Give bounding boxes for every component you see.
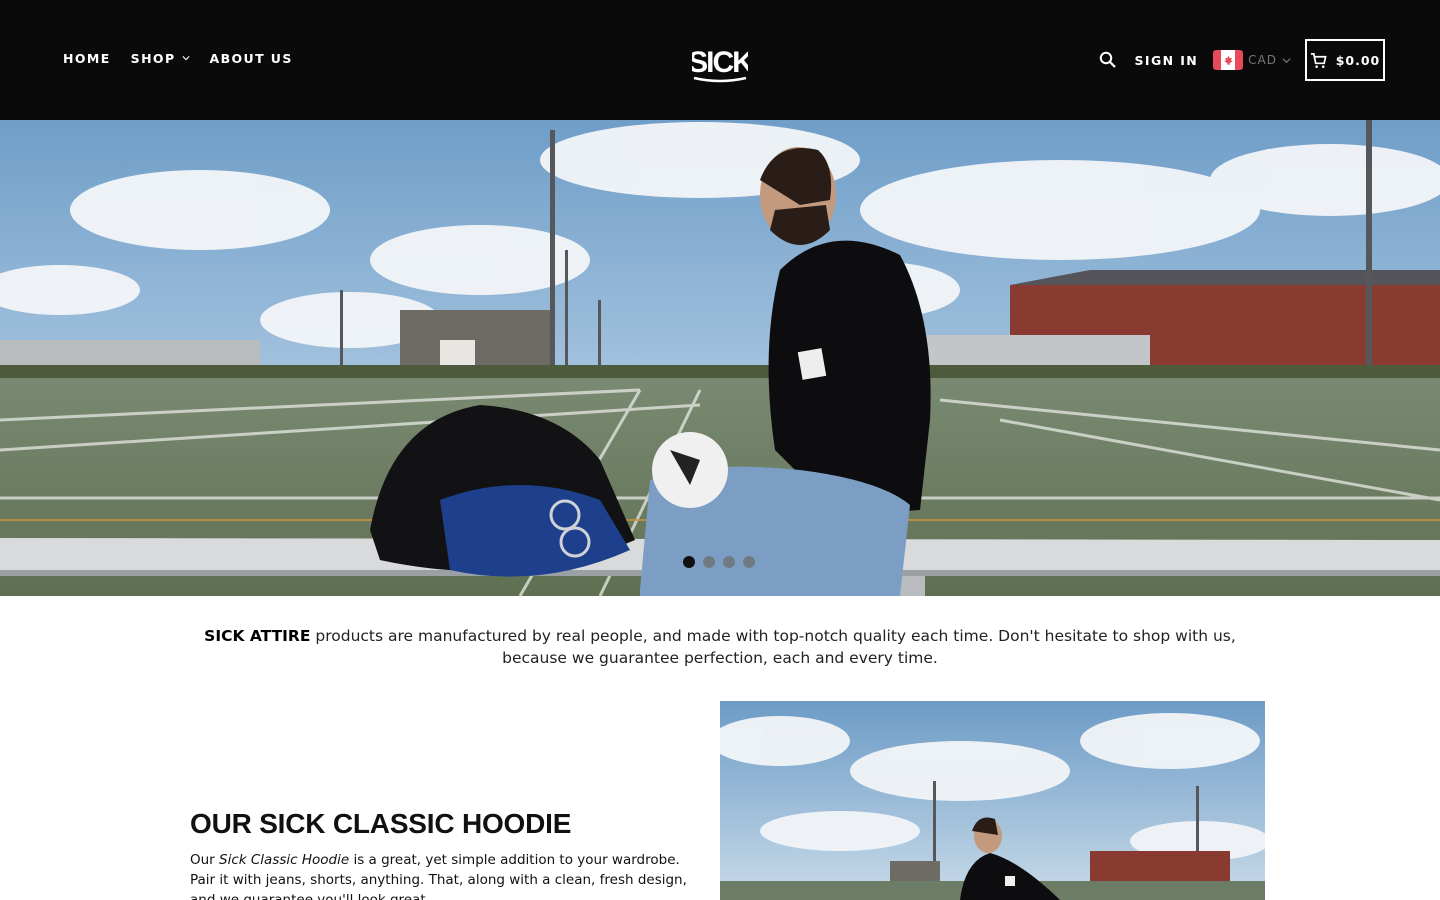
site-header: HOME SHOP ABOUT US SICK SIGN IN CAD $0.0… <box>0 0 1440 120</box>
nav-home[interactable]: HOME <box>63 51 111 66</box>
nav-home-label: HOME <box>63 51 111 66</box>
feature-photo <box>720 701 1265 900</box>
feature-text-before: Our <box>190 852 220 868</box>
header-actions: SIGN IN CAD $0.00 <box>1099 38 1385 82</box>
nav-shop-label: SHOP <box>130 51 176 66</box>
chevron-down-icon <box>181 55 190 60</box>
currency-selector[interactable]: CAD <box>1213 50 1291 70</box>
main-nav: HOME SHOP ABOUT US <box>63 51 313 66</box>
feature-text-italic: Sick Classic Hoodie <box>219 852 350 868</box>
canada-flag-icon <box>1213 50 1244 70</box>
cart-total: $0.00 <box>1335 52 1381 68</box>
slide-dot-1[interactable] <box>683 556 695 568</box>
slide-dot-3[interactable] <box>723 556 735 568</box>
chevron-down-icon <box>1282 57 1291 63</box>
feature-title: OUR SICK CLASSIC HOODIE <box>190 808 572 839</box>
nav-about-label: ABOUT US <box>209 51 293 66</box>
nav-about-us[interactable]: ABOUT US <box>210 51 293 66</box>
intro-brand: SICK ATTIRE <box>204 627 311 645</box>
slide-dot-2[interactable] <box>703 556 715 568</box>
cart-icon <box>1310 52 1327 68</box>
feature-text: Our Sick Classic Hoodie is a great, yet … <box>190 850 700 900</box>
intro-text: SICK ATTIRE products are manufactured by… <box>170 625 1270 669</box>
hero-image <box>0 120 1440 596</box>
intro-body: products are manufactured by real people… <box>310 627 1236 667</box>
svg-text:SICK: SICK <box>692 46 748 79</box>
slide-dot-4[interactable] <box>743 556 755 568</box>
nav-shop[interactable]: SHOP <box>131 51 190 66</box>
feature-image <box>720 701 1265 900</box>
slideshow-dots <box>683 556 763 568</box>
search-icon[interactable] <box>1099 51 1117 69</box>
hero-slideshow[interactable] <box>0 120 1440 596</box>
sick-logo[interactable]: SICK <box>692 37 748 84</box>
cart-button[interactable]: $0.00 <box>1305 39 1385 81</box>
currency-code: CAD <box>1248 53 1277 67</box>
sign-in-link[interactable]: SIGN IN <box>1135 53 1199 68</box>
